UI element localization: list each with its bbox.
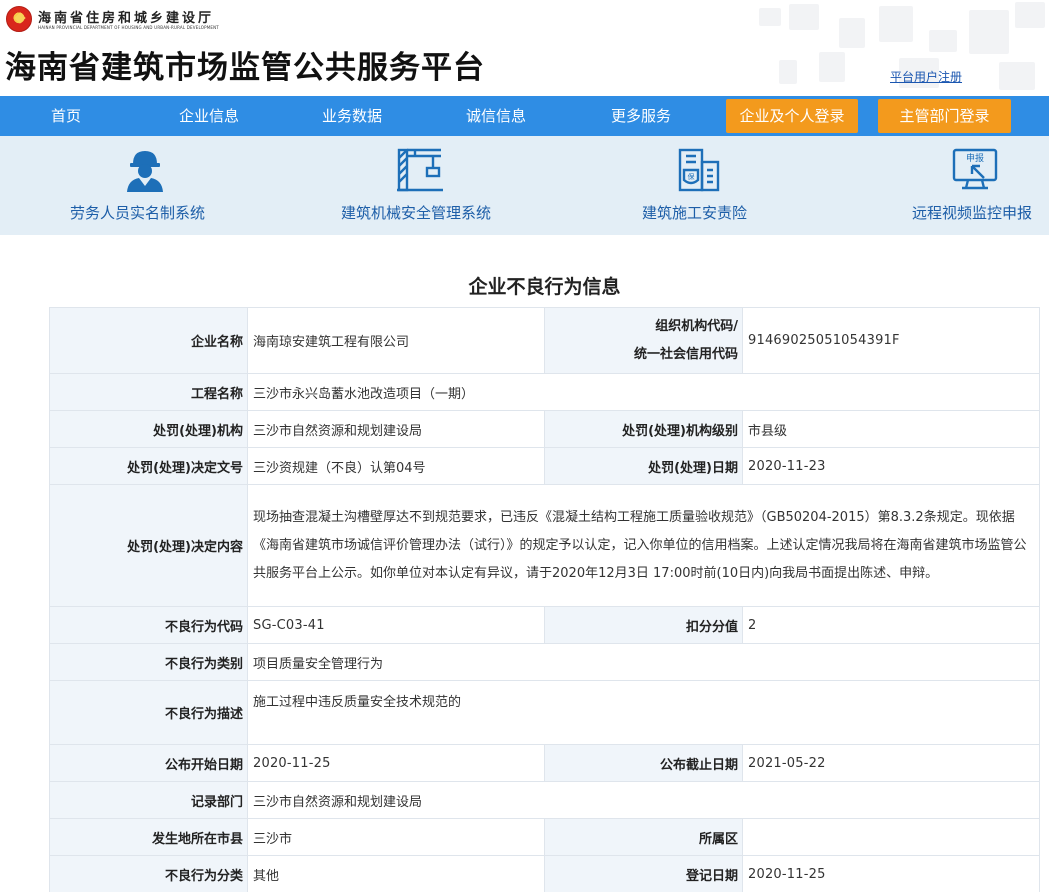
decision-content-value: 现场抽查混凝土沟槽壁厚达不到规范要求，已违反《混凝土结构工程施工质量验收规范》（… (247, 484, 1040, 607)
district-label: 所属区 (544, 818, 743, 856)
bad-behavior-info-table: 企业名称 海南琼安建筑工程有限公司 组织机构代码/ 统一社会信用代码 91469… (49, 307, 1040, 892)
record-dept-value: 三沙市自然资源和规划建设局 (247, 781, 1040, 819)
decision-content-label: 处罚(处理)决定内容 (49, 484, 248, 607)
table-row: 不良行为分类 其他 登记日期 2020-11-25 (49, 855, 1040, 892)
table-row: 企业名称 海南琼安建筑工程有限公司 组织机构代码/ 统一社会信用代码 91469… (49, 307, 1040, 374)
penalty-date-value: 2020-11-23 (742, 447, 1040, 485)
system-labor-realname[interactable]: 劳务人员实名制系统 (60, 136, 230, 235)
table-row: 处罚(处理)决定内容 现场抽查混凝土沟槽壁厚达不到规范要求，已违反《混凝土结构工… (49, 484, 1040, 607)
system-links: 劳务人员实名制系统 建筑机械安全管理系统 保 建筑施工安责险 申报 远程视频监控… (0, 136, 1049, 235)
penalty-org-label: 处罚(处理)机构 (49, 410, 248, 448)
org-code-value: 91469025051054391F (742, 307, 1040, 374)
main-nav: 首页 企业信息 业务数据 诚信信息 更多服务 企业及个人登录 主管部门登录 (0, 96, 1049, 136)
header-decoration (719, 0, 1049, 96)
system-label: 建筑机械安全管理系统 (341, 204, 492, 222)
table-row: 处罚(处理)决定文号 三沙资规建（不良）认第04号 处罚(处理)日期 2020-… (49, 447, 1040, 485)
penalty-date-label: 处罚(处理)日期 (544, 447, 743, 485)
company-name-label: 企业名称 (49, 307, 248, 374)
svg-text:申报: 申报 (966, 152, 984, 164)
crane-icon (397, 148, 443, 192)
penalty-org-value: 三沙市自然资源和规划建设局 (247, 410, 545, 448)
behavior-code-value: SG-C03-41 (247, 606, 545, 644)
page-title: 企业不良行为信息 (468, 276, 621, 298)
platform-title: 海南省建筑市场监管公共服务平台 (5, 50, 485, 86)
table-row: 不良行为类别 项目质量安全管理行为 (49, 643, 1040, 681)
table-row: 处罚(处理)机构 三沙市自然资源和规划建设局 处罚(处理)机构级别 市县级 (49, 410, 1040, 448)
record-dept-label: 记录部门 (49, 781, 248, 819)
project-name-label: 工程名称 (49, 373, 248, 411)
behavior-desc-label: 不良行为描述 (49, 680, 248, 745)
national-emblem-icon (6, 6, 32, 32)
system-label: 建筑施工安责险 (642, 204, 748, 222)
publish-end-value: 2021-05-22 (742, 744, 1040, 782)
org-code-label: 组织机构代码/ 统一社会信用代码 (544, 307, 743, 374)
behavior-category-label: 不良行为类别 (49, 643, 248, 681)
table-row: 发生地所在市县 三沙市 所属区 (49, 818, 1040, 856)
svg-text:保: 保 (688, 172, 695, 181)
admin-login-button[interactable]: 主管部门登录 (878, 99, 1011, 133)
publish-start-label: 公布开始日期 (49, 744, 248, 782)
nav-item-credit-info[interactable]: 诚信信息 (466, 96, 526, 136)
publish-start-value: 2020-11-25 (247, 744, 545, 782)
behavior-class-label: 不良行为分类 (49, 855, 248, 892)
penalty-level-value: 市县级 (742, 410, 1040, 448)
nav-item-home[interactable]: 首页 (51, 96, 81, 136)
project-name-value: 三沙市永兴岛蓄水池改造项目（一期） (247, 373, 1040, 411)
table-row: 公布开始日期 2020-11-25 公布截止日期 2021-05-22 (49, 744, 1040, 782)
decision-no-label: 处罚(处理)决定文号 (49, 447, 248, 485)
register-link[interactable]: 平台用户注册 (890, 68, 962, 85)
system-video-report[interactable]: 申报 远程视频监控申报 (910, 136, 1049, 235)
system-safety-insurance[interactable]: 保 建筑施工安责险 (640, 136, 765, 235)
register-date-value: 2020-11-25 (742, 855, 1040, 892)
city-label: 发生地所在市县 (49, 818, 248, 856)
deduction-label: 扣分分值 (544, 606, 743, 644)
department-name-en: HAINAN PROVINCIAL DEPARTMENT OF HOUSING … (38, 25, 219, 30)
district-value (742, 818, 1040, 856)
table-row: 不良行为描述 施工过程中违反质量安全技术规范的 (49, 680, 1040, 745)
behavior-desc-value: 施工过程中违反质量安全技术规范的 (247, 680, 1040, 745)
nav-item-business-data[interactable]: 业务数据 (322, 96, 382, 136)
company-login-button[interactable]: 企业及个人登录 (726, 99, 858, 133)
org-code-label-line1: 组织机构代码/ (655, 318, 738, 334)
behavior-code-label: 不良行为代码 (49, 606, 248, 644)
video-report-icon: 申报 (952, 148, 998, 190)
penalty-level-label: 处罚(处理)机构级别 (544, 410, 743, 448)
register-date-label: 登记日期 (544, 855, 743, 892)
table-row: 工程名称 三沙市永兴岛蓄水池改造项目（一期） (49, 373, 1040, 411)
department-name: 海南省住房和城乡建设厅 (38, 11, 215, 26)
nav-item-company-info[interactable]: 企业信息 (179, 96, 239, 136)
worker-icon (127, 151, 163, 192)
org-code-label-line2: 统一社会信用代码 (633, 346, 738, 362)
company-name-value: 海南琼安建筑工程有限公司 (247, 307, 545, 374)
city-value: 三沙市 (247, 818, 545, 856)
system-label: 劳务人员实名制系统 (70, 204, 206, 222)
behavior-class-value: 其他 (247, 855, 545, 892)
decision-no-value: 三沙资规建（不良）认第04号 (247, 447, 545, 485)
nav-item-more-services[interactable]: 更多服务 (611, 96, 671, 136)
behavior-category-value: 项目质量安全管理行为 (247, 643, 1040, 681)
table-row: 不良行为代码 SG-C03-41 扣分分值 2 (49, 606, 1040, 644)
deduction-value: 2 (742, 606, 1040, 644)
publish-end-label: 公布截止日期 (544, 744, 743, 782)
building-insurance-icon: 保 (678, 148, 720, 192)
system-machinery-safety[interactable]: 建筑机械安全管理系统 (335, 136, 510, 235)
site-header: 海南省住房和城乡建设厅 HAINAN PROVINCIAL DEPARTMENT… (0, 0, 1049, 96)
system-label: 远程视频监控申报 (912, 204, 1033, 222)
table-row: 记录部门 三沙市自然资源和规划建设局 (49, 781, 1040, 819)
